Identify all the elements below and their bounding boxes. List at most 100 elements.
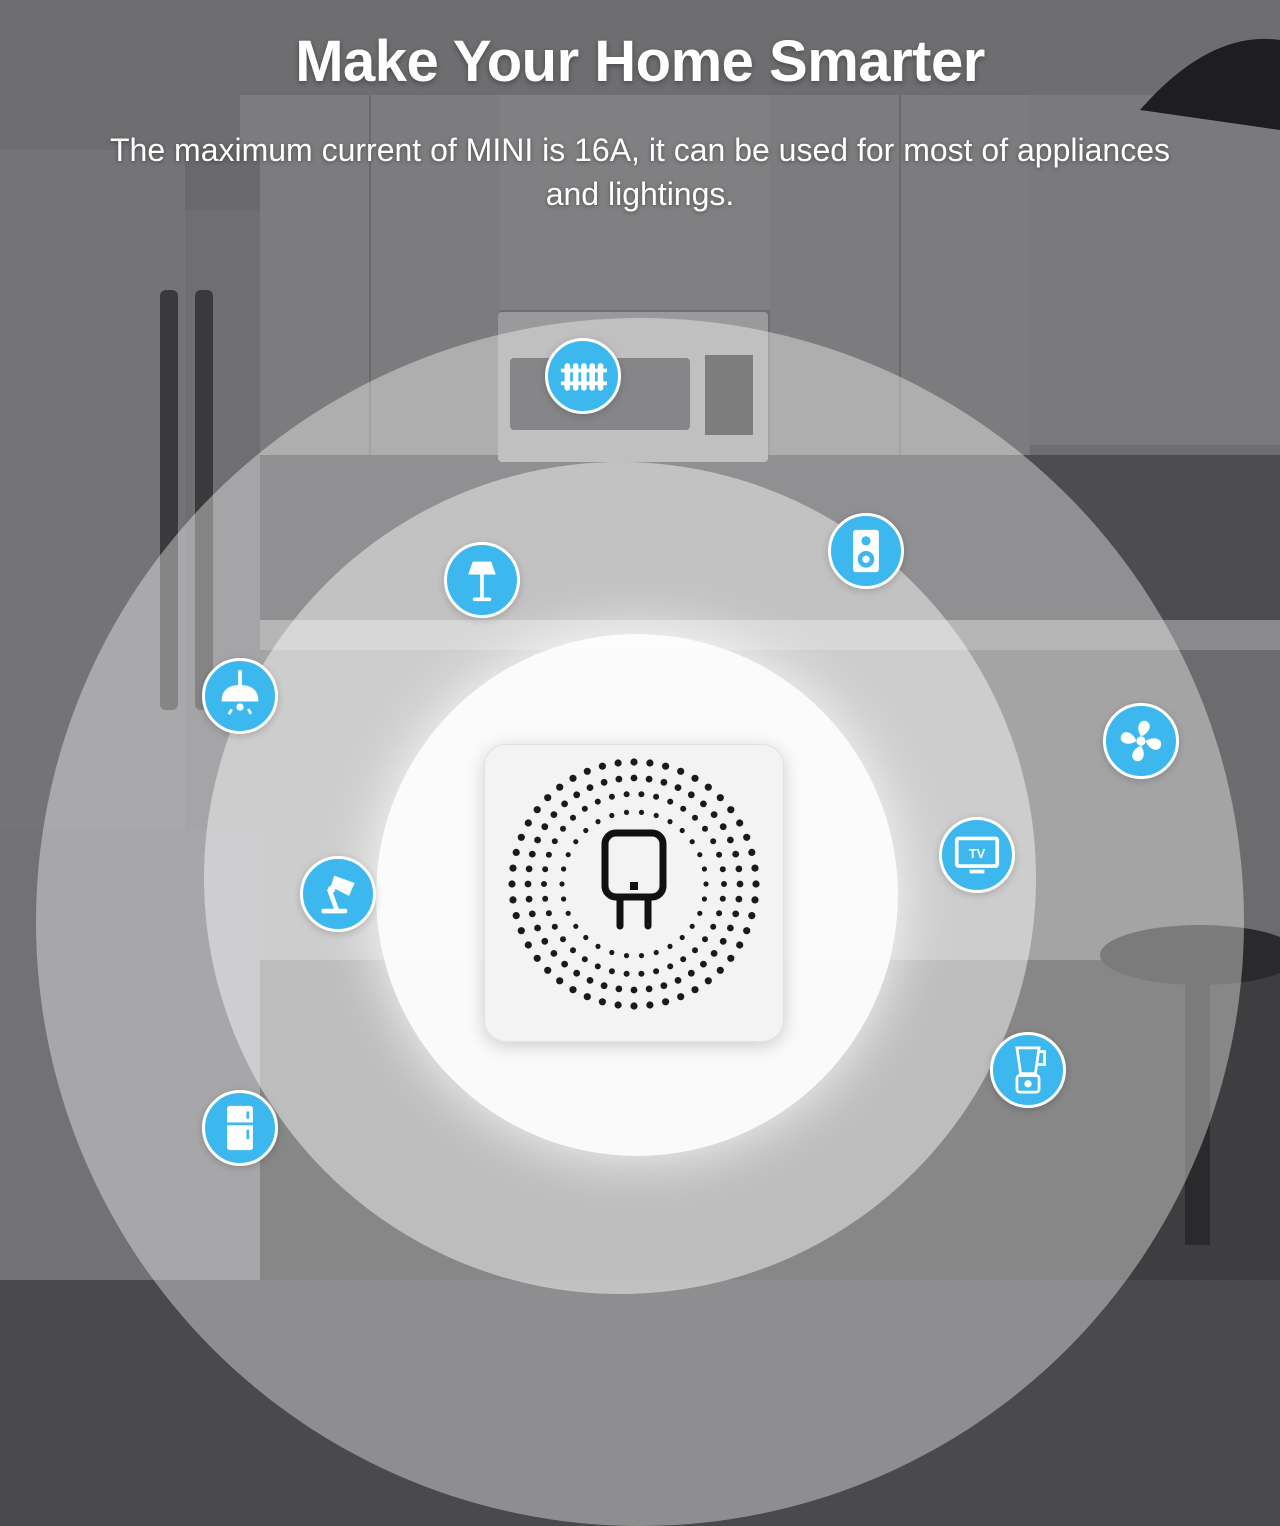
speaker-hole [653,968,660,975]
speaker-hole [524,941,532,949]
speaker-hole [727,806,735,814]
speaker-hole [638,970,645,977]
speaker-hole [561,800,568,808]
speaker-hole [710,838,717,845]
speaker-hole [674,977,682,984]
speaker-hole [691,986,699,994]
speaker-hole [680,805,687,812]
speaker-hole [662,998,670,1006]
speaker-hole [638,791,645,798]
speaker-hole [645,775,653,783]
speaker-hole [692,947,698,954]
fan-icon [1120,720,1162,762]
speaker-hole [692,814,698,821]
speaker-hole [615,985,623,993]
speaker-hole [732,910,740,918]
speaker-hole [581,805,588,812]
speaker-hole [689,923,695,929]
speaker-hole [583,767,591,775]
speaker-hole [697,852,703,858]
speaker-hole [623,809,630,815]
speaker-hole [542,866,549,873]
speaker-hole [727,954,735,962]
speaker-hole [609,949,615,956]
speaker-hole [545,851,552,858]
speaker-hole [550,950,558,957]
speaker-hole [573,969,581,977]
speaker-hole [700,960,707,968]
speaker-hole [702,936,708,943]
speaker-hole [704,977,712,985]
desk-lamp-badge [300,856,376,932]
pendant-lamp-badge [202,658,278,734]
speaker-hole [534,836,541,844]
speaker-hole [517,927,525,935]
speaker-hole [630,986,638,994]
speaker-hole [680,956,687,963]
speaker-hole [701,866,707,872]
speaker-hole [667,798,674,805]
speaker-hole [623,791,630,798]
tv-icon: TV [954,836,1000,874]
speaker-hole [689,839,695,845]
speaker-hole [716,966,724,974]
tv-badge: TV [939,817,1015,893]
speaker-hole [727,836,734,844]
speaker-hole [583,993,591,1001]
speaker-hole [586,977,594,984]
speaker-hole [667,943,673,949]
speaker-hole [716,794,724,802]
speaker-hole [710,811,718,818]
speaker-hole [550,811,558,818]
speaker-hole [653,949,659,956]
speaker-hole [677,767,685,775]
page-title: Make Your Home Smarter [295,29,985,94]
speaker-hole [608,968,615,975]
speaker-hole [594,798,601,805]
plug-icon [601,829,667,930]
speaker-hole [565,910,571,916]
radiator-icon [560,363,607,391]
speaker-hole [691,774,699,782]
speaker-hole [679,934,685,941]
speaker-hole [570,814,576,821]
radiator-badge [545,338,621,414]
speaker-hole [573,839,579,845]
speaker-hole [736,819,744,827]
desk-lamp-icon [321,875,355,914]
speaker-hole [623,970,630,977]
speaker-hole [598,762,606,770]
speaker-hole [748,848,756,856]
speaker-hole [561,896,567,902]
speaker-hole [630,774,638,782]
speaker-hole [660,778,668,786]
speaker-hole [719,823,727,831]
speaker-hole [561,866,567,872]
speaker-hole [569,986,577,994]
speaker-hole [594,963,601,970]
device-face [508,758,760,1010]
speaker-hole [556,783,564,791]
speaker-hole [524,880,532,888]
speaker-hole [716,851,723,858]
speaker-hole [551,923,558,930]
refrigerator-icon [227,1105,253,1151]
speaker-hole [703,881,709,887]
speaker-hole [525,895,533,903]
speaker-hole [551,838,558,845]
speaker-hole [542,895,549,902]
speaker-hole [751,864,759,872]
speaker-hole [569,774,577,782]
speaker-hole [544,794,552,802]
speaker-hole [719,895,726,902]
speaker-hole [743,833,751,841]
speaker-hole [573,791,581,799]
speaker-badge [828,513,904,589]
tv-label: TV [969,846,986,861]
floor-lamp-icon [468,561,496,602]
speaker-hole [595,943,601,949]
speaker-hole [508,880,516,888]
speaker-hole [560,936,566,943]
speaker-hole [533,954,541,962]
speaker-hole [581,956,588,963]
